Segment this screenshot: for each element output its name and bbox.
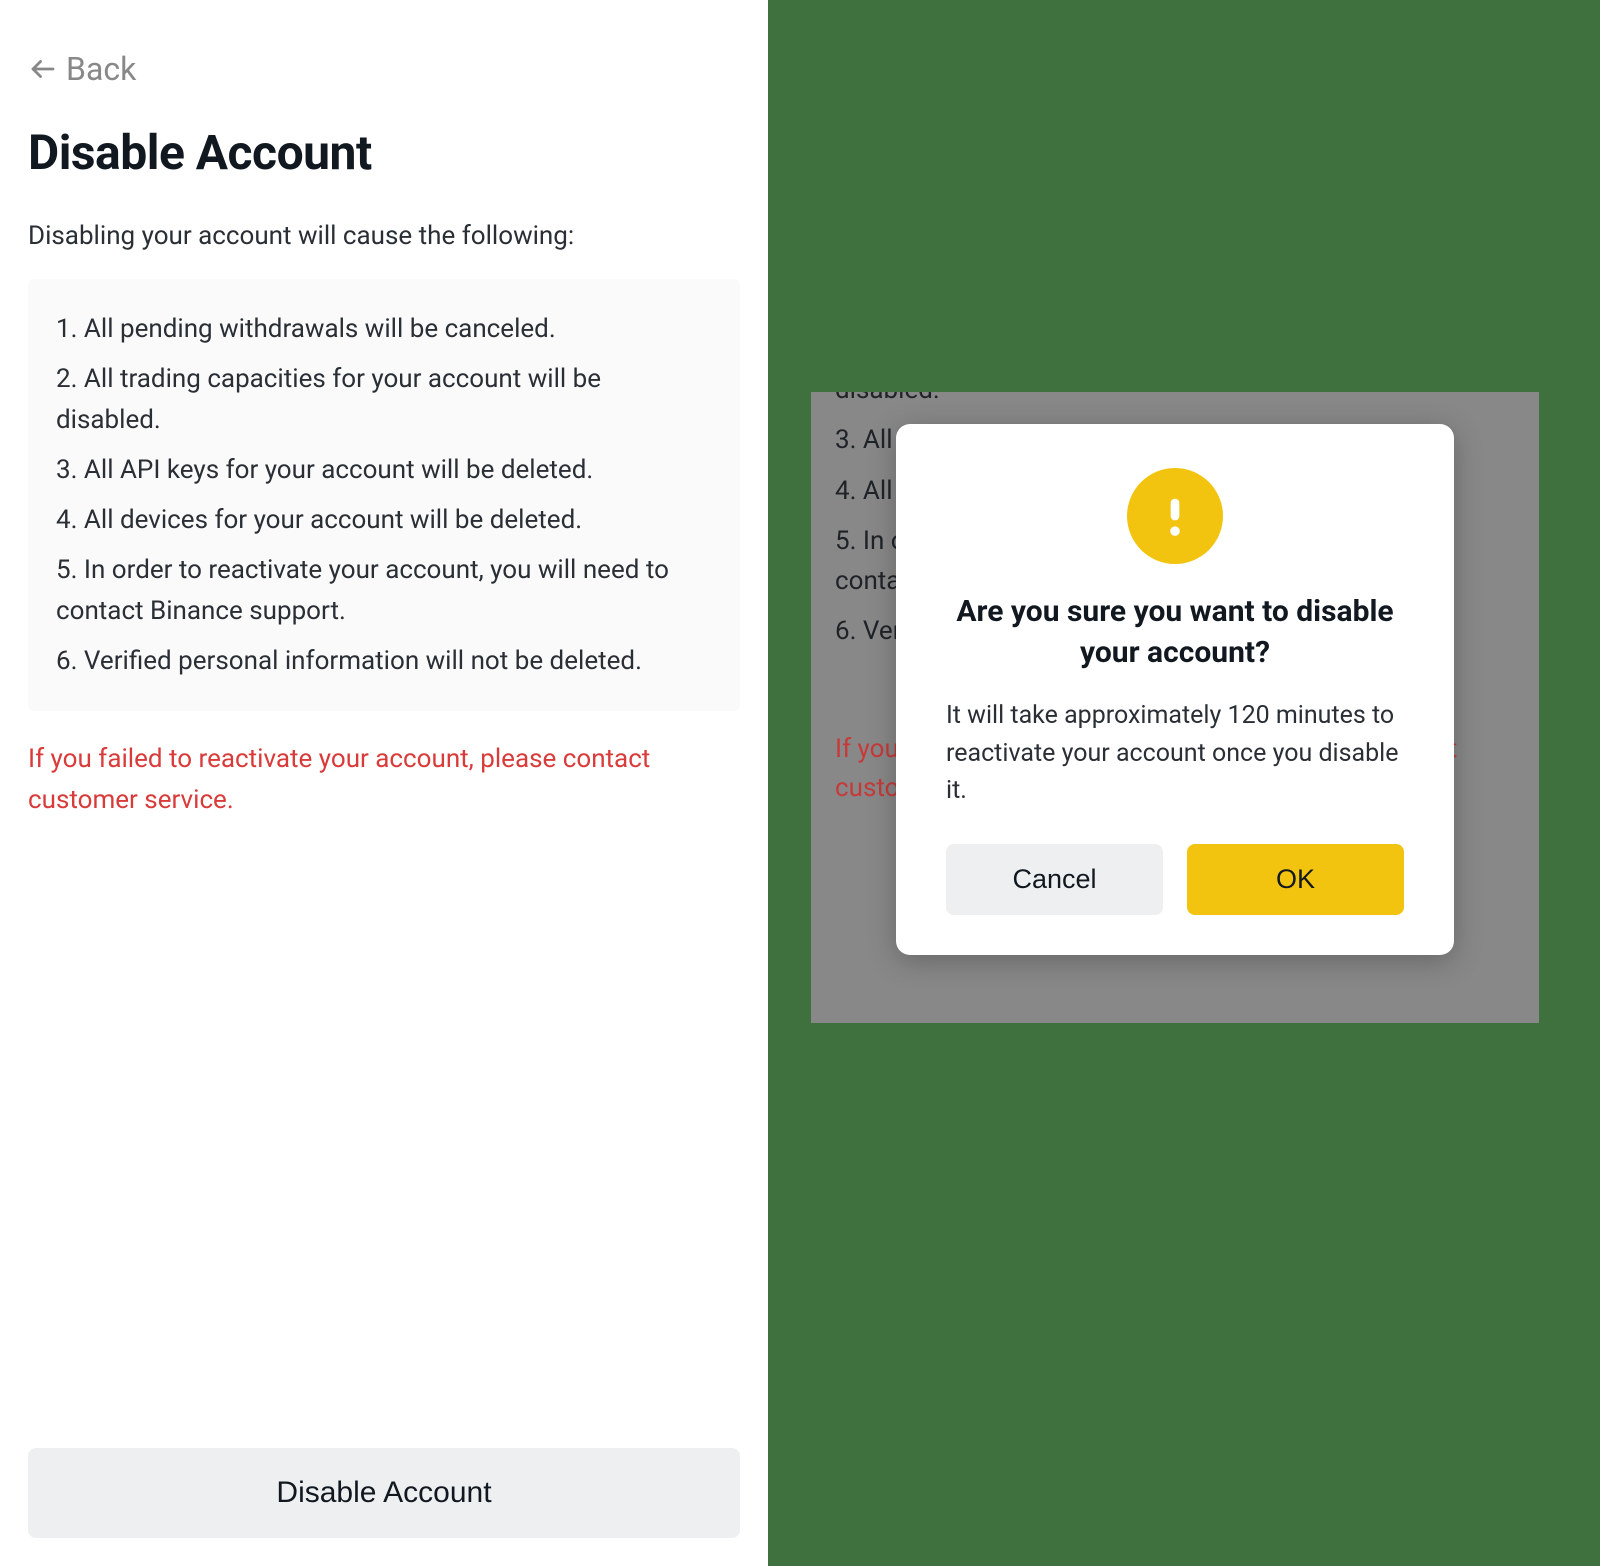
cancel-button[interactable]: Cancel	[946, 844, 1163, 915]
confirmation-screenshot: disabled. 3. All API keys for your accou…	[768, 0, 1600, 1566]
confirm-dialog: Are you sure you want to disable your ac…	[896, 424, 1454, 955]
consequences-box: 1. All pending withdrawals will be cance…	[28, 279, 740, 711]
list-item: 2. All trading capacities for your accou…	[56, 359, 712, 440]
disable-account-screen: Back Disable Account Disabling your acco…	[0, 0, 768, 1566]
dialog-buttons: Cancel OK	[946, 844, 1404, 915]
page-title: Disable Account	[28, 124, 740, 181]
list-item: 1. All pending withdrawals will be cance…	[56, 309, 712, 349]
arrow-left-icon	[28, 54, 58, 84]
ok-button[interactable]: OK	[1187, 844, 1404, 915]
back-button[interactable]: Back	[28, 50, 740, 88]
dialog-title: Are you sure you want to disable your ac…	[946, 592, 1404, 673]
list-item: 3. All API keys for your account will be…	[56, 450, 712, 490]
list-item: 4. All devices for your account will be …	[56, 500, 712, 540]
intro-text: Disabling your account will cause the fo…	[28, 221, 740, 251]
list-item: disabled.	[835, 392, 1515, 410]
back-label: Back	[66, 50, 136, 88]
list-item: 6. Verified personal information will no…	[56, 641, 712, 681]
warning-icon	[1127, 468, 1223, 564]
dimmed-background: disabled. 3. All API keys for your accou…	[811, 392, 1539, 1023]
disable-account-button[interactable]: Disable Account	[28, 1448, 740, 1538]
list-item: 5. In order to reactivate your account, …	[56, 550, 712, 631]
warning-text: If you failed to reactivate your account…	[28, 739, 740, 820]
dialog-body: It will take approximately 120 minutes t…	[946, 697, 1404, 810]
